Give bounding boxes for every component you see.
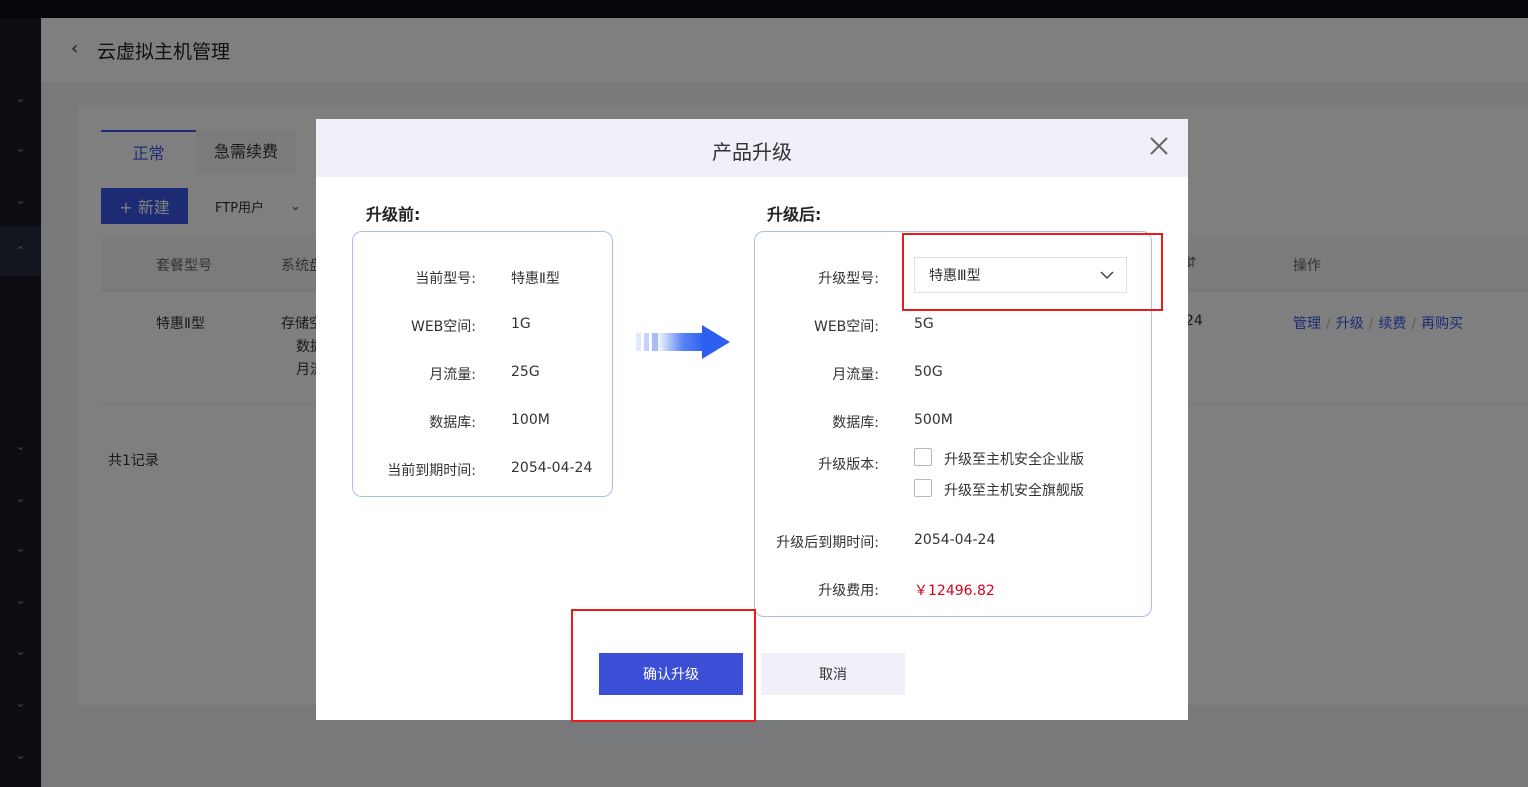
row-label: 数据库: [832, 415, 879, 431]
row-label: 当前到期时间: [387, 463, 476, 479]
row-value: 特惠Ⅱ型 [511, 271, 560, 287]
row-label: 月流量: [832, 367, 879, 383]
close-icon[interactable] [1148, 135, 1170, 157]
before-heading: 升级前: [366, 205, 421, 224]
cancel-button[interactable]: 取消 [761, 653, 905, 695]
row-value: 1G [511, 316, 531, 332]
modal-title: 产品升级 [712, 140, 792, 164]
flagship-checkbox[interactable] [914, 479, 932, 497]
annotation-highlight [571, 609, 756, 722]
row-value: 500M [914, 412, 953, 428]
row-label: 当前型号: [415, 271, 476, 287]
enterprise-checkbox[interactable] [914, 448, 932, 466]
row-value: 2054-04-24 [511, 460, 593, 476]
row-label: WEB空间: [813, 319, 879, 335]
flagship-option-label: 升级至主机安全旗舰版 [944, 483, 1084, 499]
row-value: 25G [511, 364, 540, 380]
expiry-label: 升级后到期时间: [776, 535, 879, 551]
row-value: 50G [914, 364, 943, 380]
row-label: 数据库: [429, 415, 476, 431]
annotation-highlight [902, 233, 1163, 311]
fee-value: ￥12496.82 [914, 583, 995, 599]
expiry-value: 2054-04-24 [914, 532, 996, 548]
after-heading: 升级后: [767, 205, 822, 224]
version-label: 升级版本: [818, 457, 879, 473]
row-value: 5G [914, 316, 934, 332]
arrow-right-icon [632, 324, 732, 360]
model-label: 升级型号: [818, 271, 879, 287]
modal-header: 产品升级 [316, 119, 1188, 177]
row-value: 100M [511, 412, 550, 428]
before-card: 当前型号: 特惠Ⅱ型 WEB空间: 1G 月流量: 25G 数据库: 100M … [352, 231, 613, 497]
enterprise-option-label: 升级至主机安全企业版 [944, 452, 1084, 468]
fee-label: 升级费用: [818, 583, 879, 599]
row-label: WEB空间: [410, 319, 476, 335]
row-label: 月流量: [429, 367, 476, 383]
